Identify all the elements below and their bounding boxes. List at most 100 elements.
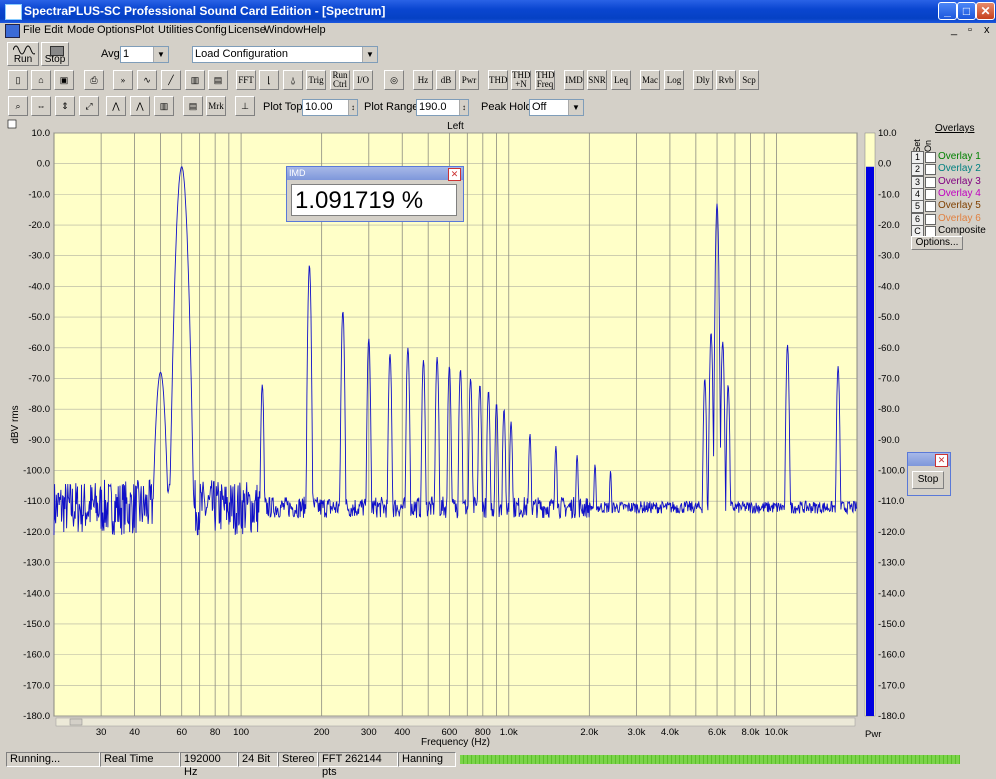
- table-icon[interactable]: ▤: [183, 96, 203, 116]
- status-sample-rate: 192000 Hz: [180, 752, 238, 778]
- mac-button[interactable]: Mac: [640, 70, 660, 90]
- zoom-icon[interactable]: ⌕: [8, 96, 28, 116]
- fast-forward-icon[interactable]: »: [113, 70, 133, 90]
- spectrum-chart[interactable]: Left 10.0 10.0 0.0 0.0 -10.0 -10.0 -20.0 -20.0 -3…: [5, 119, 991, 749]
- menu-file[interactable]: File: [23, 24, 41, 36]
- thd-freq-button[interactable]: THD Freq: [535, 70, 555, 90]
- overlay-set-button[interactable]: 3: [911, 175, 924, 189]
- config-select[interactable]: Load Configuration ▼: [192, 46, 378, 63]
- peak-icon[interactable]: ⋀: [106, 96, 126, 116]
- rvb-button[interactable]: Rvb: [716, 70, 736, 90]
- generator-icon[interactable]: ◎: [384, 70, 404, 90]
- peak-hold-select[interactable]: Off ▼: [529, 99, 584, 116]
- overlay-set-button[interactable]: 5: [911, 200, 924, 214]
- overlay-name: Overlay 3: [938, 175, 981, 187]
- thd-button[interactable]: THD: [488, 70, 508, 90]
- spectrogram-icon[interactable]: ▤: [208, 70, 228, 90]
- print-icon[interactable]: ⎙: [84, 70, 104, 90]
- zoom-out-y-icon[interactable]: ⇕: [55, 96, 75, 116]
- bars-icon[interactable]: ▥: [185, 70, 205, 90]
- plot-top-input[interactable]: 10.00 ↕: [302, 99, 358, 116]
- trig-button[interactable]: Trig: [306, 70, 326, 90]
- overlay-set-button[interactable]: 2: [911, 163, 924, 177]
- menu-help[interactable]: Help: [303, 24, 326, 36]
- overlay-checkbox[interactable]: [925, 164, 936, 176]
- meter-tick-label: -110.0: [878, 496, 904, 507]
- waveform-icon[interactable]: ∿: [137, 70, 157, 90]
- save-icon[interactable]: ▣: [54, 70, 74, 90]
- imd-button[interactable]: IMD: [564, 70, 584, 90]
- meter-tick-label: 10.0: [878, 128, 897, 139]
- leq-button[interactable]: Leq: [611, 70, 631, 90]
- overlay-set-button[interactable]: 1: [911, 151, 924, 164]
- menu-mode[interactable]: Mode: [67, 24, 95, 36]
- overlay-checkbox[interactable]: [925, 176, 936, 188]
- close-button[interactable]: ✕: [976, 2, 995, 20]
- histogram-icon[interactable]: ▥: [154, 96, 174, 116]
- overlay-checkbox[interactable]: [925, 213, 936, 225]
- ramp-icon[interactable]: ╱: [161, 70, 181, 90]
- mdi-close-button[interactable]: x: [984, 24, 990, 36]
- overlay-checkbox[interactable]: [925, 152, 936, 163]
- fft-button[interactable]: FFT: [236, 70, 256, 90]
- horizontal-scrollbar[interactable]: [55, 717, 856, 727]
- pwr-button[interactable]: Pwr: [459, 70, 479, 90]
- spinner-icon[interactable]: ↕: [348, 100, 357, 115]
- scrollbar-thumb[interactable]: [69, 718, 83, 726]
- y-tick-label: -140.0: [23, 588, 50, 599]
- overlay-checkbox[interactable]: [925, 201, 936, 213]
- menu-options[interactable]: Options: [97, 24, 135, 36]
- avg-label: Avg: [101, 48, 120, 60]
- scp-button[interactable]: Scp: [739, 70, 759, 90]
- x-tick-label: 80: [210, 727, 221, 738]
- collapse-icon[interactable]: [7, 119, 17, 129]
- menu-config[interactable]: Config: [195, 24, 227, 36]
- run-button[interactable]: Run: [7, 42, 39, 66]
- minimize-button[interactable]: _: [938, 2, 957, 20]
- open-folder-icon[interactable]: ⌂: [31, 70, 51, 90]
- multi-peak-icon[interactable]: ⋀: [130, 96, 150, 116]
- doc-icon: [5, 24, 20, 38]
- close-icon[interactable]: ✕: [935, 454, 948, 467]
- maximize-button[interactable]: □: [957, 2, 976, 20]
- status-running: Running...: [6, 752, 100, 767]
- thd-n-button[interactable]: THD +N: [511, 70, 531, 90]
- run-ctrl-button[interactable]: Run Ctrl: [330, 70, 350, 90]
- x-tick-label: 400: [394, 727, 410, 738]
- dly-button[interactable]: Dly: [693, 70, 713, 90]
- mrk-button[interactable]: Mrk: [206, 96, 226, 116]
- chevron-down-icon: ▼: [362, 47, 377, 62]
- menu-window[interactable]: Window: [264, 24, 303, 36]
- snr-button[interactable]: SNR: [587, 70, 607, 90]
- new-file-icon[interactable]: ▯: [8, 70, 28, 90]
- overlay-options-button[interactable]: Options...: [911, 236, 963, 250]
- filter-icon[interactable]: ⍙: [283, 70, 303, 90]
- mdi-minimize-button[interactable]: _: [951, 24, 957, 36]
- hz-button[interactable]: Hz: [413, 70, 433, 90]
- x-tick-label: 100: [233, 727, 249, 738]
- x-tick-label: 6.0k: [708, 727, 726, 738]
- axis-icon[interactable]: ⌊: [259, 70, 279, 90]
- stop-toolbar-button[interactable]: Stop: [41, 42, 69, 66]
- close-icon[interactable]: ✕: [448, 168, 461, 181]
- chevron-down-icon: ▼: [153, 47, 168, 62]
- overlay-set-button[interactable]: 4: [911, 187, 924, 201]
- status-channels: Stereo: [278, 752, 318, 767]
- zoom-out-all-icon[interactable]: ⤢: [79, 96, 99, 116]
- menu-plot[interactable]: Plot: [135, 24, 154, 36]
- db-button[interactable]: dB: [436, 70, 456, 90]
- spinner-icon[interactable]: ↕: [459, 100, 468, 115]
- mdi-restore-button[interactable]: ▫: [968, 24, 972, 36]
- menu-utilities[interactable]: Utilities: [158, 24, 193, 36]
- stop-button[interactable]: Stop: [912, 471, 944, 489]
- overlay-set-button[interactable]: 6: [911, 212, 924, 226]
- cursor-icon[interactable]: ⊥: [235, 96, 255, 116]
- log-button[interactable]: Log: [664, 70, 684, 90]
- io-button[interactable]: I/O: [353, 70, 373, 90]
- plot-range-input[interactable]: 190.0 ↕: [416, 99, 469, 116]
- zoom-in-x-icon[interactable]: ⇔: [31, 96, 51, 116]
- overlay-checkbox[interactable]: [925, 188, 936, 200]
- menu-edit[interactable]: Edit: [44, 24, 63, 36]
- avg-select[interactable]: 1 ▼: [120, 46, 169, 63]
- menu-license[interactable]: License: [228, 24, 266, 36]
